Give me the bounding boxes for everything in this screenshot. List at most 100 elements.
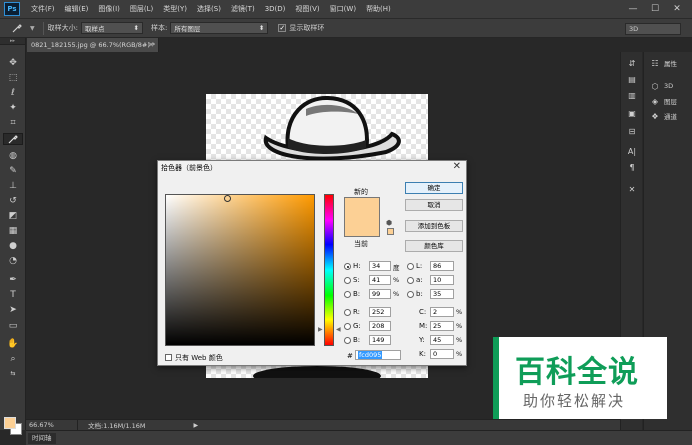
crop-tool-icon[interactable]: ⌗: [3, 117, 23, 129]
swap-colors-icon[interactable]: ⇆: [3, 368, 23, 380]
lab-b-radio[interactable]: [407, 291, 414, 298]
brush-tool-icon[interactable]: ✎: [3, 165, 23, 177]
k-input[interactable]: 0: [430, 349, 454, 359]
menu-help[interactable]: 帮助(H): [361, 0, 396, 19]
dodge-tool-icon[interactable]: ◔: [3, 255, 23, 267]
web-colors-only-checkbox[interactable]: [165, 354, 172, 361]
character-icon[interactable]: A|: [625, 146, 639, 158]
menu-image[interactable]: 图像(I): [93, 0, 125, 19]
menu-3d[interactable]: 3D(D): [260, 0, 291, 19]
ok-button[interactable]: 确定: [405, 182, 463, 194]
eyedropper-preset-icon[interactable]: [4, 21, 30, 36]
c-input[interactable]: 2: [430, 307, 454, 317]
menu-layer[interactable]: 图层(L): [125, 0, 158, 19]
hue-slider[interactable]: [324, 194, 334, 346]
panel-properties[interactable]: ☷ 属性: [644, 56, 692, 70]
menu-filter[interactable]: 滤镜(T): [226, 0, 260, 19]
hue-slider-right-arrow-icon[interactable]: ◀: [336, 326, 341, 333]
blue-input[interactable]: 149: [369, 335, 391, 345]
panel-channels[interactable]: ❖ 通道: [644, 109, 692, 123]
color-field[interactable]: [165, 194, 315, 346]
lab-b-input[interactable]: 35: [430, 289, 454, 299]
blue-radio[interactable]: [344, 337, 351, 344]
menu-type[interactable]: 类型(Y): [158, 0, 192, 19]
g-input[interactable]: 208: [369, 321, 391, 331]
marquee-tool-icon[interactable]: ⬚: [3, 72, 23, 84]
menu-select[interactable]: 选择(S): [192, 0, 226, 19]
menu-view[interactable]: 视图(V): [290, 0, 324, 19]
paragraph-icon[interactable]: ¶: [625, 162, 639, 174]
pen-tool-icon[interactable]: ✒: [3, 274, 23, 286]
status-menu-arrow-icon[interactable]: ▶: [194, 422, 199, 429]
a-radio[interactable]: [407, 277, 414, 284]
menu-window[interactable]: 窗口(W): [325, 0, 361, 19]
shape-tool-icon[interactable]: ▭: [3, 320, 23, 332]
color-picker-dialog: 拾色器（前景色） ✕ ▶ ◀ 新的 当前 ⬢ 确定 取消 添加到色板 颜色库 H…: [157, 160, 467, 366]
hue-slider-left-arrow-icon[interactable]: ▶: [318, 326, 323, 333]
brush-preset-icon[interactable]: ▥: [625, 90, 639, 102]
cube-icon[interactable]: ⬢: [386, 219, 392, 227]
move-tool-icon[interactable]: ✥: [3, 57, 23, 69]
sample-size-select[interactable]: 取样点 ⬍: [80, 22, 143, 34]
l-radio[interactable]: [407, 263, 414, 270]
lasso-tool-icon[interactable]: ℓ: [3, 87, 23, 99]
tools-x-icon[interactable]: ✕: [625, 184, 639, 196]
type-tool-icon[interactable]: T: [3, 289, 23, 301]
zoom-level[interactable]: 66.67%: [26, 419, 78, 431]
minimize-button[interactable]: —: [624, 2, 642, 16]
magic-wand-tool-icon[interactable]: ✦: [3, 102, 23, 114]
document-tab[interactable]: 0821_182155.jpg @ 66.7%(RGB/8#) * ✕: [27, 38, 159, 52]
current-color-label: 当前: [354, 240, 368, 248]
clone-stamp-tool-icon[interactable]: ⊥: [3, 180, 23, 192]
brightness-input[interactable]: 99: [369, 289, 391, 299]
path-selection-tool-icon[interactable]: ➤: [3, 304, 23, 316]
h-radio[interactable]: [344, 263, 351, 270]
sample-select[interactable]: 所有图层 ⬍: [170, 22, 269, 34]
brightness-radio[interactable]: [344, 291, 351, 298]
gradient-tool-icon[interactable]: ▦: [3, 225, 23, 237]
add-to-swatches-button[interactable]: 添加到色板: [405, 220, 463, 232]
close-icon[interactable]: ✕: [453, 161, 461, 172]
h-input[interactable]: 34: [369, 261, 391, 271]
y-input[interactable]: 45: [430, 335, 454, 345]
history-icon[interactable]: ⇵: [625, 58, 639, 70]
s-input[interactable]: 41: [369, 275, 391, 285]
panel-layers[interactable]: ◈ 图层: [644, 94, 692, 108]
eyedropper-tool-icon[interactable]: [3, 133, 23, 145]
hex-input[interactable]: fcd095: [355, 350, 401, 360]
r-radio[interactable]: [344, 309, 351, 316]
panel-grip-icon[interactable]: ▸▸: [0, 38, 25, 45]
history-brush-tool-icon[interactable]: ↺: [3, 195, 23, 207]
close-icon[interactable]: ✕: [148, 38, 154, 52]
h-label: H:: [353, 262, 361, 270]
web-colors-only-label: 只有 Web 颜色: [175, 354, 223, 362]
adjust-icon[interactable]: ▤: [625, 74, 639, 86]
panel-3d[interactable]: ⬡ 3D: [644, 79, 692, 93]
r-input[interactable]: 252: [369, 307, 391, 317]
menu-edit[interactable]: 编辑(E): [60, 0, 94, 19]
m-input[interactable]: 25: [430, 321, 454, 331]
a-input[interactable]: 10: [430, 275, 454, 285]
workspace-select[interactable]: 3D: [625, 23, 681, 35]
cancel-button[interactable]: 取消: [405, 199, 463, 211]
s-radio[interactable]: [344, 277, 351, 284]
healing-brush-tool-icon[interactable]: ◍: [3, 150, 23, 162]
show-sampling-ring-checkbox[interactable]: ✓: [278, 24, 287, 32]
timeline-tab[interactable]: 时间轴: [28, 433, 56, 444]
swatch-icon[interactable]: ▣: [625, 108, 639, 120]
eraser-tool-icon[interactable]: ◩: [3, 210, 23, 222]
color-libraries-button[interactable]: 颜色库: [405, 240, 463, 252]
color-field-cursor[interactable]: [224, 195, 231, 202]
blur-tool-icon[interactable]: ●: [3, 240, 23, 252]
web-safe-swatch[interactable]: [387, 228, 394, 235]
g-radio[interactable]: [344, 323, 351, 330]
chevron-down-icon[interactable]: ▼: [30, 25, 35, 32]
l-input[interactable]: 86: [430, 261, 454, 271]
foreground-color-swatch[interactable]: [4, 417, 16, 429]
zoom-tool-icon[interactable]: ⌕: [3, 353, 23, 365]
hand-tool-icon[interactable]: ✋: [3, 338, 23, 350]
menu-file[interactable]: 文件(F): [26, 0, 60, 19]
maximize-button[interactable]: ☐: [646, 2, 664, 16]
close-window-button[interactable]: ✕: [668, 2, 686, 16]
navigator-icon[interactable]: ⊟: [625, 126, 639, 138]
